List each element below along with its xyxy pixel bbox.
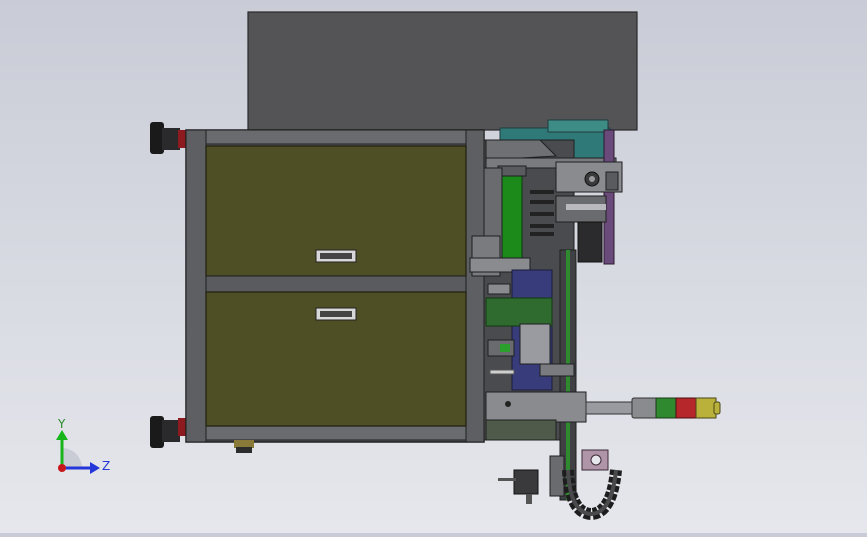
left-fitting <box>487 283 511 295</box>
cad-viewport[interactable]: Y Z <box>0 0 867 533</box>
cabinet-right-post <box>465 129 485 443</box>
lower-tool-mount <box>549 455 565 497</box>
handle-icon <box>315 249 357 263</box>
top-housing <box>247 11 638 131</box>
cabinet-bottom-rail <box>185 425 485 441</box>
lower-crossbar <box>539 363 575 377</box>
handle-icon <box>315 307 357 321</box>
coordinate-triad: Y Z <box>56 417 110 474</box>
foot-icon <box>150 122 186 154</box>
rod <box>489 369 515 375</box>
mechanism-mid-plate <box>519 323 551 365</box>
cabinet-left-post <box>185 129 207 443</box>
bottom-fitting <box>234 440 254 453</box>
drawer-divider <box>205 275 467 293</box>
teal-panel-strip <box>547 119 609 133</box>
machine-drawing: Y Z <box>56 11 721 521</box>
signal-tower-icon <box>585 397 721 419</box>
cabinet-top-rail <box>185 129 485 145</box>
foot-icon <box>150 416 186 448</box>
triad-z-label: Z <box>102 459 110 473</box>
side-block <box>605 171 619 191</box>
green-connector <box>500 344 510 352</box>
green-roller <box>501 171 523 263</box>
cylinder-base <box>485 419 557 441</box>
cylinder-block <box>485 391 587 423</box>
lower-tool <box>513 469 539 495</box>
triad-y-label: Y <box>57 417 66 431</box>
green-strip <box>485 297 553 327</box>
